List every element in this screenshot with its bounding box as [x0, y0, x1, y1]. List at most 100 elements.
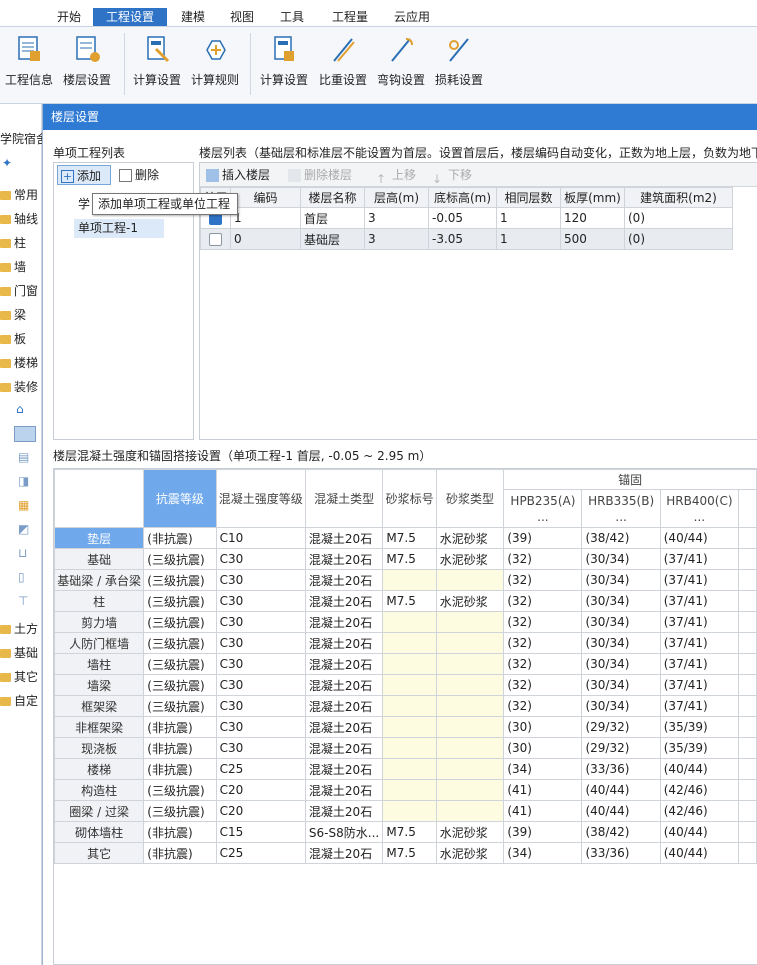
- table-cell[interactable]: (37/41): [659, 653, 740, 675]
- table-cell[interactable]: (35/39): [659, 737, 740, 759]
- table-cell[interactable]: [382, 758, 437, 780]
- row-header[interactable]: 构造柱: [54, 779, 145, 801]
- table-cell[interactable]: [435, 737, 505, 759]
- table-cell[interactable]: (30/34): [581, 653, 661, 675]
- table-cell[interactable]: (40/44): [659, 821, 740, 843]
- calc-settings-2-button[interactable]: 计算设置: [255, 31, 313, 93]
- tab-quantity[interactable]: 工程量: [324, 8, 376, 26]
- table-cell[interactable]: (37/41): [659, 695, 740, 717]
- table-cell[interactable]: 1: [496, 228, 561, 250]
- table-cell[interactable]: C30: [215, 590, 306, 612]
- table-cell[interactable]: [435, 632, 505, 654]
- row-header[interactable]: 砌体墙柱: [54, 821, 145, 843]
- move-down-button[interactable]: ↓ 下移: [432, 165, 472, 186]
- table-cell[interactable]: 基础层: [300, 228, 365, 250]
- table-cell[interactable]: (非抗震): [143, 821, 217, 843]
- table-cell[interactable]: -3.05: [428, 228, 497, 250]
- tree-item-beam[interactable]: 梁: [0, 306, 42, 328]
- table-cell[interactable]: 混凝土20石: [304, 842, 384, 864]
- table-cell[interactable]: (40/44): [659, 527, 740, 549]
- table-cell[interactable]: (42/46): [659, 779, 740, 801]
- row-header[interactable]: 圈梁 / 过梁: [54, 800, 145, 822]
- row-header[interactable]: 剪力墙: [54, 611, 145, 633]
- table-cell[interactable]: (32): [503, 653, 583, 675]
- tree-item-other[interactable]: 其它: [0, 668, 42, 690]
- tree-item-earthwork[interactable]: 土方: [0, 620, 42, 642]
- calc-rules-button[interactable]: 计算规则: [186, 31, 244, 93]
- tab-view[interactable]: 视图: [222, 8, 262, 26]
- tab-modeling[interactable]: 建模: [173, 8, 213, 26]
- table-cell[interactable]: [435, 695, 505, 717]
- row-header[interactable]: 框架梁: [54, 695, 145, 717]
- table-cell[interactable]: M7.5: [382, 548, 437, 570]
- table-cell[interactable]: C30: [215, 695, 306, 717]
- table-cell[interactable]: 水泥砂浆: [435, 842, 505, 864]
- tab-tools[interactable]: 工具: [272, 8, 312, 26]
- gravity-settings-button[interactable]: 比重设置: [314, 31, 372, 93]
- table-cell[interactable]: 混凝土20石: [304, 695, 384, 717]
- table-cell[interactable]: [435, 611, 505, 633]
- table-cell[interactable]: (33/36): [581, 758, 661, 780]
- tree-item-column[interactable]: 柱: [0, 234, 42, 256]
- row-header[interactable]: 人防门框墙: [54, 632, 145, 654]
- table-cell[interactable]: C30: [215, 632, 306, 654]
- table-cell[interactable]: (29/32): [581, 716, 661, 738]
- home-icon[interactable]: ⌂: [0, 402, 42, 424]
- table-cell[interactable]: 混凝土20石: [304, 590, 384, 612]
- table-cell[interactable]: 混凝土20石: [304, 716, 384, 738]
- ceiling-icon[interactable]: ◩: [0, 522, 42, 544]
- table-cell[interactable]: 混凝土20石: [304, 611, 384, 633]
- table-cell[interactable]: (37/41): [659, 590, 740, 612]
- tree-item-door[interactable]: 门窗: [0, 282, 42, 304]
- table-cell[interactable]: 混凝土20石: [304, 632, 384, 654]
- table-cell[interactable]: (32): [503, 695, 583, 717]
- table-cell[interactable]: (三级抗震): [143, 590, 217, 612]
- table-cell[interactable]: -0.05: [428, 207, 497, 229]
- table-cell[interactable]: (41): [503, 779, 583, 801]
- table-cell[interactable]: C20: [215, 779, 306, 801]
- table-cell[interactable]: (42/46): [659, 800, 740, 822]
- table-cell[interactable]: (30/34): [581, 569, 661, 591]
- table-cell[interactable]: (非抗震): [143, 737, 217, 759]
- tree-item-decoration[interactable]: 装修: [0, 378, 42, 400]
- table-cell[interactable]: (39): [503, 821, 583, 843]
- table-cell[interactable]: 混凝土20石: [304, 548, 384, 570]
- table-cell[interactable]: (32): [503, 590, 583, 612]
- row-header[interactable]: 其它: [54, 842, 145, 864]
- row-header[interactable]: 柱: [54, 590, 145, 612]
- table-cell[interactable]: 混凝土20石: [304, 527, 384, 549]
- table-cell[interactable]: [382, 716, 437, 738]
- table-cell[interactable]: [382, 800, 437, 822]
- table-cell[interactable]: 0: [230, 228, 301, 250]
- table-cell[interactable]: 混凝土20石: [304, 674, 384, 696]
- table-cell[interactable]: (0): [624, 228, 733, 250]
- floor-icon[interactable]: [0, 426, 42, 448]
- tree-item-wall[interactable]: 墙: [0, 258, 42, 280]
- table-cell[interactable]: 水泥砂浆: [435, 590, 505, 612]
- table-cell[interactable]: (40/44): [659, 758, 740, 780]
- table-cell[interactable]: (37/41): [659, 611, 740, 633]
- table-cell[interactable]: [382, 632, 437, 654]
- wall-face-icon[interactable]: ▤: [0, 450, 42, 472]
- tree-item-slab[interactable]: 板: [0, 330, 42, 352]
- move-up-button[interactable]: ↑ 上移: [376, 165, 416, 186]
- table-cell[interactable]: 水泥砂浆: [435, 527, 505, 549]
- table-cell[interactable]: C30: [215, 548, 306, 570]
- table-cell[interactable]: 水泥砂浆: [435, 548, 505, 570]
- table-cell[interactable]: (三级抗震): [143, 632, 217, 654]
- project-tree-item[interactable]: 学: [78, 195, 90, 212]
- table-cell[interactable]: (30/34): [581, 695, 661, 717]
- hook-settings-button[interactable]: 弯钩设置: [372, 31, 430, 93]
- table-cell[interactable]: [435, 674, 505, 696]
- table-cell[interactable]: (38/42): [581, 821, 661, 843]
- table-cell[interactable]: 混凝土20石: [304, 779, 384, 801]
- row-header[interactable]: 墙梁: [54, 674, 145, 696]
- table-cell[interactable]: (41): [503, 800, 583, 822]
- table-cell[interactable]: (30/34): [581, 611, 661, 633]
- table-cell[interactable]: (32): [503, 632, 583, 654]
- brick-icon[interactable]: ▦: [0, 498, 42, 520]
- table-cell[interactable]: 混凝土20石: [304, 569, 384, 591]
- table-cell[interactable]: (38/42): [581, 527, 661, 549]
- table-cell[interactable]: (39): [503, 527, 583, 549]
- delete-project-button[interactable]: 删除: [116, 165, 168, 185]
